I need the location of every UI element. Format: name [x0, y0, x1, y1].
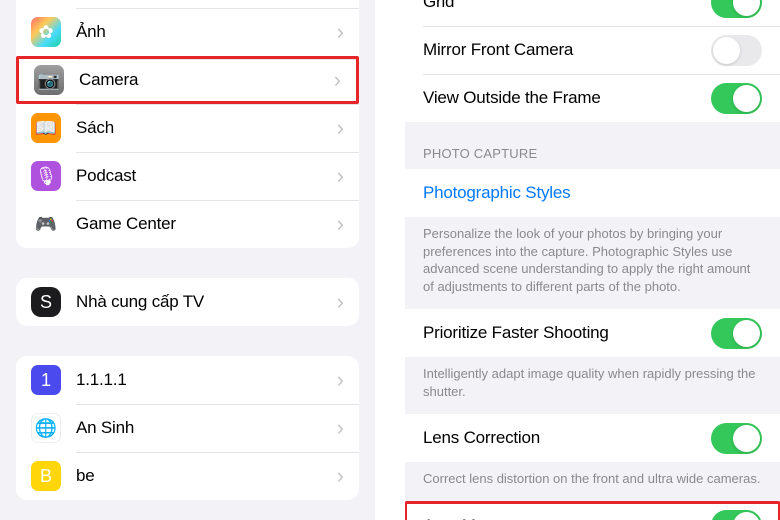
grid-label: Grid — [423, 0, 711, 12]
settings-row-app-1111[interactable]: 1 1.1.1.1 › — [16, 356, 359, 404]
auto-macro-toggle[interactable] — [711, 510, 762, 520]
settings-row-label: 1.1.1.1 — [76, 370, 331, 390]
prioritize-faster-shooting-desc: Intelligently adapt image quality when r… — [405, 357, 780, 414]
auto-macro-label: Auto Macro — [423, 516, 711, 520]
mirror-front-label: Mirror Front Camera — [423, 40, 711, 60]
books-icon: 📖 — [31, 113, 61, 143]
auto-macro-row[interactable]: Auto Macro — [405, 502, 780, 520]
settings-row-label: Game Center — [76, 214, 331, 234]
view-outside-toggle[interactable] — [711, 83, 762, 114]
settings-group-apps: › ✿ Ảnh › 📷 Camera › 📖 Sách › 🎙 Podcast › 🎮 Game Cente… — [16, 0, 359, 248]
chevron-right-icon: › — [337, 463, 344, 489]
chevron-right-icon: › — [337, 367, 344, 393]
settings-row-app-ansinh[interactable]: 🌐 An Sinh › — [16, 404, 359, 452]
photographic-styles-desc: Personalize the look of your photos by b… — [405, 217, 780, 309]
prioritize-faster-shooting-toggle[interactable] — [711, 318, 762, 349]
settings-row-label: Sách — [76, 118, 331, 138]
settings-row-photos[interactable]: ✿ Ảnh › — [16, 8, 359, 56]
grid-row[interactable]: Grid — [405, 0, 780, 26]
gamecenter-icon: 🎮 — [31, 209, 61, 239]
settings-list: › ✿ Ảnh › 📷 Camera › 📖 Sách › 🎙 Podcast › 🎮 Game Cente… — [0, 0, 375, 520]
lens-correction-toggle[interactable] — [711, 423, 762, 454]
mirror-front-toggle[interactable] — [711, 35, 762, 66]
grid-toggle[interactable] — [711, 0, 762, 18]
settings-group-thirdparty: 1 1.1.1.1 › 🌐 An Sinh › Bbe › — [16, 356, 359, 500]
prioritize-faster-shooting-row[interactable]: Prioritize Faster Shooting — [405, 309, 780, 357]
chevron-right-icon: › — [337, 289, 344, 315]
settings-group-tv: S Nhà cung cấp TV › — [16, 278, 359, 326]
settings-row-label: Podcast — [76, 166, 331, 186]
app-1111-icon: 1 — [31, 365, 61, 395]
view-outside-row[interactable]: View Outside the Frame — [405, 74, 780, 122]
chevron-right-icon: › — [337, 115, 344, 141]
tvprovider-icon: S — [31, 287, 61, 317]
section-header-photo-capture: PHOTO CAPTURE — [405, 122, 780, 169]
lens-correction-label: Lens Correction — [423, 428, 711, 448]
settings-row-label: Ảnh — [76, 22, 331, 42]
app-ansinh-icon: 🌐 — [31, 413, 61, 443]
photographic-styles-row[interactable]: Photographic Styles — [405, 169, 780, 217]
lens-correction-desc: Correct lens distortion on the front and… — [405, 462, 780, 502]
mirror-front-row[interactable]: Mirror Front Camera — [405, 26, 780, 74]
settings-row-books[interactable]: 📖 Sách › — [16, 104, 359, 152]
settings-row-label: be — [76, 466, 331, 486]
settings-row-gamecenter[interactable]: 🎮 Game Center › — [16, 200, 359, 248]
settings-row-label: Camera — [79, 70, 328, 90]
chevron-right-icon: › — [337, 415, 344, 441]
chevron-right-icon: › — [334, 67, 341, 93]
camera-icon: 📷 — [34, 65, 64, 95]
podcast-icon: 🎙 — [31, 161, 61, 191]
settings-row-label: An Sinh — [76, 418, 331, 438]
settings-row-blank[interactable]: › — [16, 0, 359, 8]
settings-row-label: Nhà cung cấp TV — [76, 292, 331, 312]
lens-correction-row[interactable]: Lens Correction — [405, 414, 780, 462]
chevron-right-icon: › — [337, 211, 344, 237]
settings-row-tvprovider[interactable]: S Nhà cung cấp TV › — [16, 278, 359, 326]
chevron-right-icon: › — [337, 163, 344, 189]
app-be-icon: B — [31, 461, 61, 491]
photos-icon: ✿ — [31, 17, 61, 47]
chevron-right-icon: › — [337, 19, 344, 45]
settings-row-podcast[interactable]: 🎙 Podcast › — [16, 152, 359, 200]
settings-row-app-be[interactable]: Bbe › — [16, 452, 359, 500]
settings-row-camera[interactable]: 📷 Camera › — [16, 56, 359, 104]
prioritize-faster-shooting-label: Prioritize Faster Shooting — [423, 323, 711, 343]
camera-settings-detail: Grid Mirror Front Camera View Outside the … — [405, 0, 780, 520]
view-outside-label: View Outside the Frame — [423, 88, 711, 108]
photographic-styles-link[interactable]: Photographic Styles — [423, 183, 762, 203]
